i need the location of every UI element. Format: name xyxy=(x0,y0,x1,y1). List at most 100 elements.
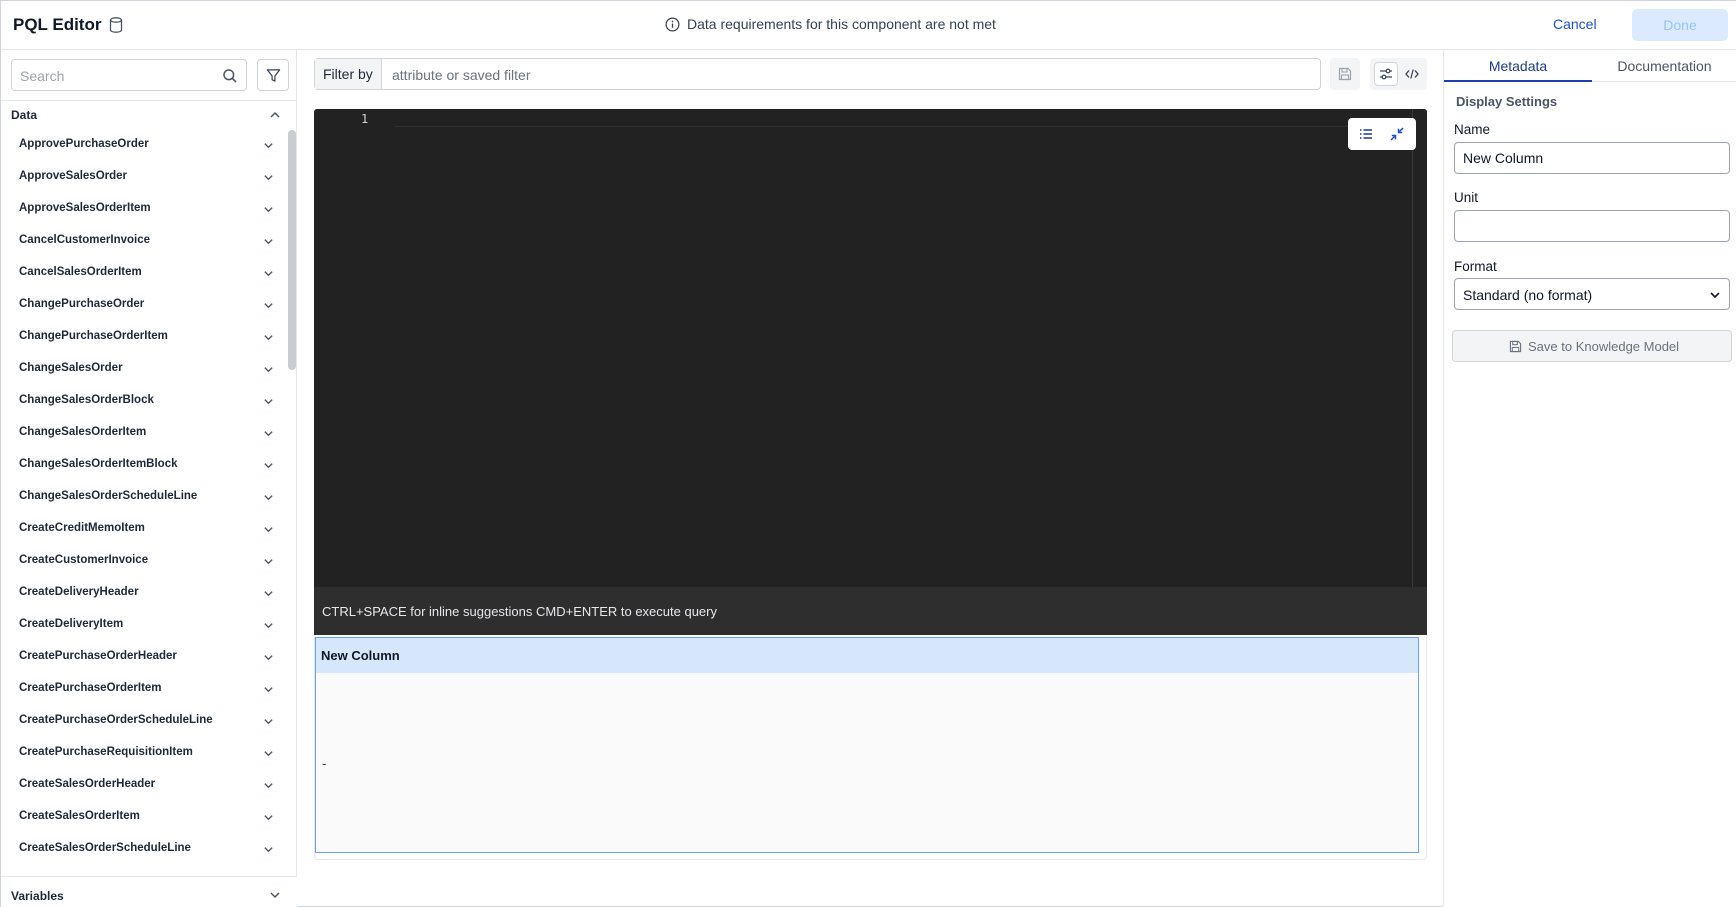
list-item-label: ChangeSalesOrder xyxy=(19,362,123,374)
list-item[interactable]: CreateSalesOrderItem xyxy=(1,801,287,833)
search-box xyxy=(11,59,247,91)
list-item[interactable]: CreateSalesOrderHeader xyxy=(1,769,287,801)
list-item[interactable]: ChangePurchaseOrderItem xyxy=(1,321,287,353)
list-item-label: ChangeSalesOrderScheduleLine xyxy=(19,490,198,502)
filter-bar: Filter by xyxy=(314,58,1321,90)
list-item[interactable]: ChangeSalesOrderBlock xyxy=(1,385,287,417)
list-item[interactable]: CreateCreditMemoItem xyxy=(1,513,287,545)
chevron-down-icon[interactable] xyxy=(263,620,274,631)
chevron-down-icon[interactable] xyxy=(263,236,274,247)
chevron-down-icon xyxy=(1710,292,1720,299)
chevron-down-icon[interactable] xyxy=(269,889,281,901)
search-icon[interactable] xyxy=(222,68,238,84)
list-item[interactable]: CreateDeliveryHeader xyxy=(1,577,287,609)
chevron-down-icon[interactable] xyxy=(263,460,274,471)
list-item[interactable]: ApproveSalesOrderItem xyxy=(1,193,287,225)
chevron-down-icon[interactable] xyxy=(263,684,274,695)
editor-toolbar xyxy=(1348,118,1416,150)
chevron-down-icon[interactable] xyxy=(263,268,274,279)
done-button[interactable]: Done xyxy=(1632,9,1728,41)
code-icon xyxy=(1405,69,1419,79)
list-item[interactable]: CreatePurchaseOrderItem xyxy=(1,673,287,705)
chevron-down-icon[interactable] xyxy=(263,556,274,567)
search-input[interactable] xyxy=(20,66,220,86)
chevron-down-icon[interactable] xyxy=(263,492,274,503)
settings-view-toggle[interactable] xyxy=(1374,62,1398,86)
left-sidebar: Data ApprovePurchaseOrder ApproveSalesOrd… xyxy=(1,50,297,907)
chevron-down-icon[interactable] xyxy=(263,332,274,343)
chevron-down-icon[interactable] xyxy=(263,300,274,311)
tab-metadata[interactable]: Metadata xyxy=(1444,50,1592,82)
collapse-icon[interactable] xyxy=(1389,126,1405,142)
list-item[interactable]: CancelSalesOrderItem xyxy=(1,257,287,289)
chevron-down-icon[interactable] xyxy=(263,812,274,823)
result-column-header[interactable]: New Column xyxy=(316,638,1418,673)
chevron-down-icon[interactable] xyxy=(263,172,274,183)
variables-section-header[interactable]: Variables xyxy=(1,876,297,907)
list-item[interactable]: CreateSalesOrderScheduleLine xyxy=(1,833,287,865)
chevron-down-icon[interactable] xyxy=(263,780,274,791)
chevron-down-icon[interactable] xyxy=(263,844,274,855)
save-to-knowledge-model-button[interactable]: Save to Knowledge Model xyxy=(1452,330,1732,362)
list-item-label: ChangePurchaseOrder xyxy=(19,298,145,310)
name-field[interactable] xyxy=(1454,142,1730,174)
chevron-down-icon[interactable] xyxy=(263,204,274,215)
list-item[interactable]: CreateCustomerInvoice xyxy=(1,545,287,577)
format-label: Format xyxy=(1454,259,1497,274)
chevron-down-icon[interactable] xyxy=(263,588,274,599)
list-item[interactable]: CreatePurchaseOrderScheduleLine xyxy=(1,705,287,737)
cancel-button[interactable]: Cancel xyxy=(1553,16,1597,32)
chevron-down-icon[interactable] xyxy=(263,396,274,407)
line-number: 1 xyxy=(361,112,369,126)
current-line-highlight xyxy=(394,109,1405,127)
format-selected-value: Standard (no format) xyxy=(1463,287,1593,303)
list-item-label: ChangeSalesOrderItemBlock xyxy=(19,458,178,470)
result-preview: New Column - xyxy=(314,635,1427,860)
list-item[interactable]: ChangeSalesOrder xyxy=(1,353,287,385)
chevron-down-icon[interactable] xyxy=(263,748,274,759)
sidebar-scrollbar[interactable] xyxy=(288,130,296,370)
list-item-label: CancelCustomerInvoice xyxy=(19,234,151,246)
list-item[interactable]: CreatePurchaseOrderHeader xyxy=(1,641,287,673)
list-item[interactable]: ApproveSalesOrder xyxy=(1,161,287,193)
unit-field[interactable] xyxy=(1454,210,1730,242)
sliders-icon xyxy=(1380,68,1392,80)
list-item[interactable]: CreateDeliveryItem xyxy=(1,609,287,641)
list-item[interactable]: ApprovePurchaseOrder xyxy=(1,129,287,161)
database-icon[interactable] xyxy=(109,17,123,33)
name-label: Name xyxy=(1454,122,1491,137)
save-filter-button[interactable] xyxy=(1330,58,1360,90)
pql-code-editor[interactable]: 1 xyxy=(314,109,1427,587)
code-view-toggle[interactable] xyxy=(1402,62,1424,86)
save-icon xyxy=(1509,340,1522,353)
chevron-down-icon[interactable] xyxy=(263,428,274,439)
list-item-label: ApproveSalesOrder xyxy=(19,170,128,182)
list-item[interactable]: ChangePurchaseOrder xyxy=(1,289,287,321)
list-item-label: CreatePurchaseOrderScheduleLine xyxy=(19,714,213,726)
filter-by-label: Filter by xyxy=(315,59,382,89)
filter-button[interactable] xyxy=(257,59,289,91)
format-select[interactable]: Standard (no format) xyxy=(1454,278,1730,310)
chevron-down-icon[interactable] xyxy=(263,652,274,663)
chevron-down-icon[interactable] xyxy=(263,716,274,727)
list-item[interactable]: ChangeSalesOrderItem xyxy=(1,417,287,449)
format-list-icon[interactable] xyxy=(1358,126,1374,142)
tab-documentation[interactable]: Documentation xyxy=(1592,50,1736,82)
chevron-up-icon[interactable] xyxy=(269,109,281,121)
list-item[interactable]: ChangeSalesOrderScheduleLine xyxy=(1,481,287,513)
filter-input[interactable] xyxy=(392,65,1292,85)
list-item[interactable]: CreatePurchaseRequisitionItem xyxy=(1,737,287,769)
result-column-label: New Column xyxy=(321,648,400,663)
chevron-down-icon[interactable] xyxy=(263,364,274,375)
list-item-label: CreateSalesOrderHeader xyxy=(19,778,156,790)
data-list: ApprovePurchaseOrder ApproveSalesOrder App… xyxy=(1,129,287,865)
data-requirements-warning: Data requirements for this component are… xyxy=(665,16,996,32)
chevron-down-icon[interactable] xyxy=(263,524,274,535)
app-title: PQL Editor xyxy=(13,15,102,34)
chevron-down-icon[interactable] xyxy=(263,140,274,151)
data-section-header[interactable]: Data xyxy=(1,100,297,126)
view-toggle-group xyxy=(1370,58,1427,90)
list-item-label: CreateSalesOrderItem xyxy=(19,810,140,822)
list-item[interactable]: ChangeSalesOrderItemBlock xyxy=(1,449,287,481)
list-item[interactable]: CancelCustomerInvoice xyxy=(1,225,287,257)
